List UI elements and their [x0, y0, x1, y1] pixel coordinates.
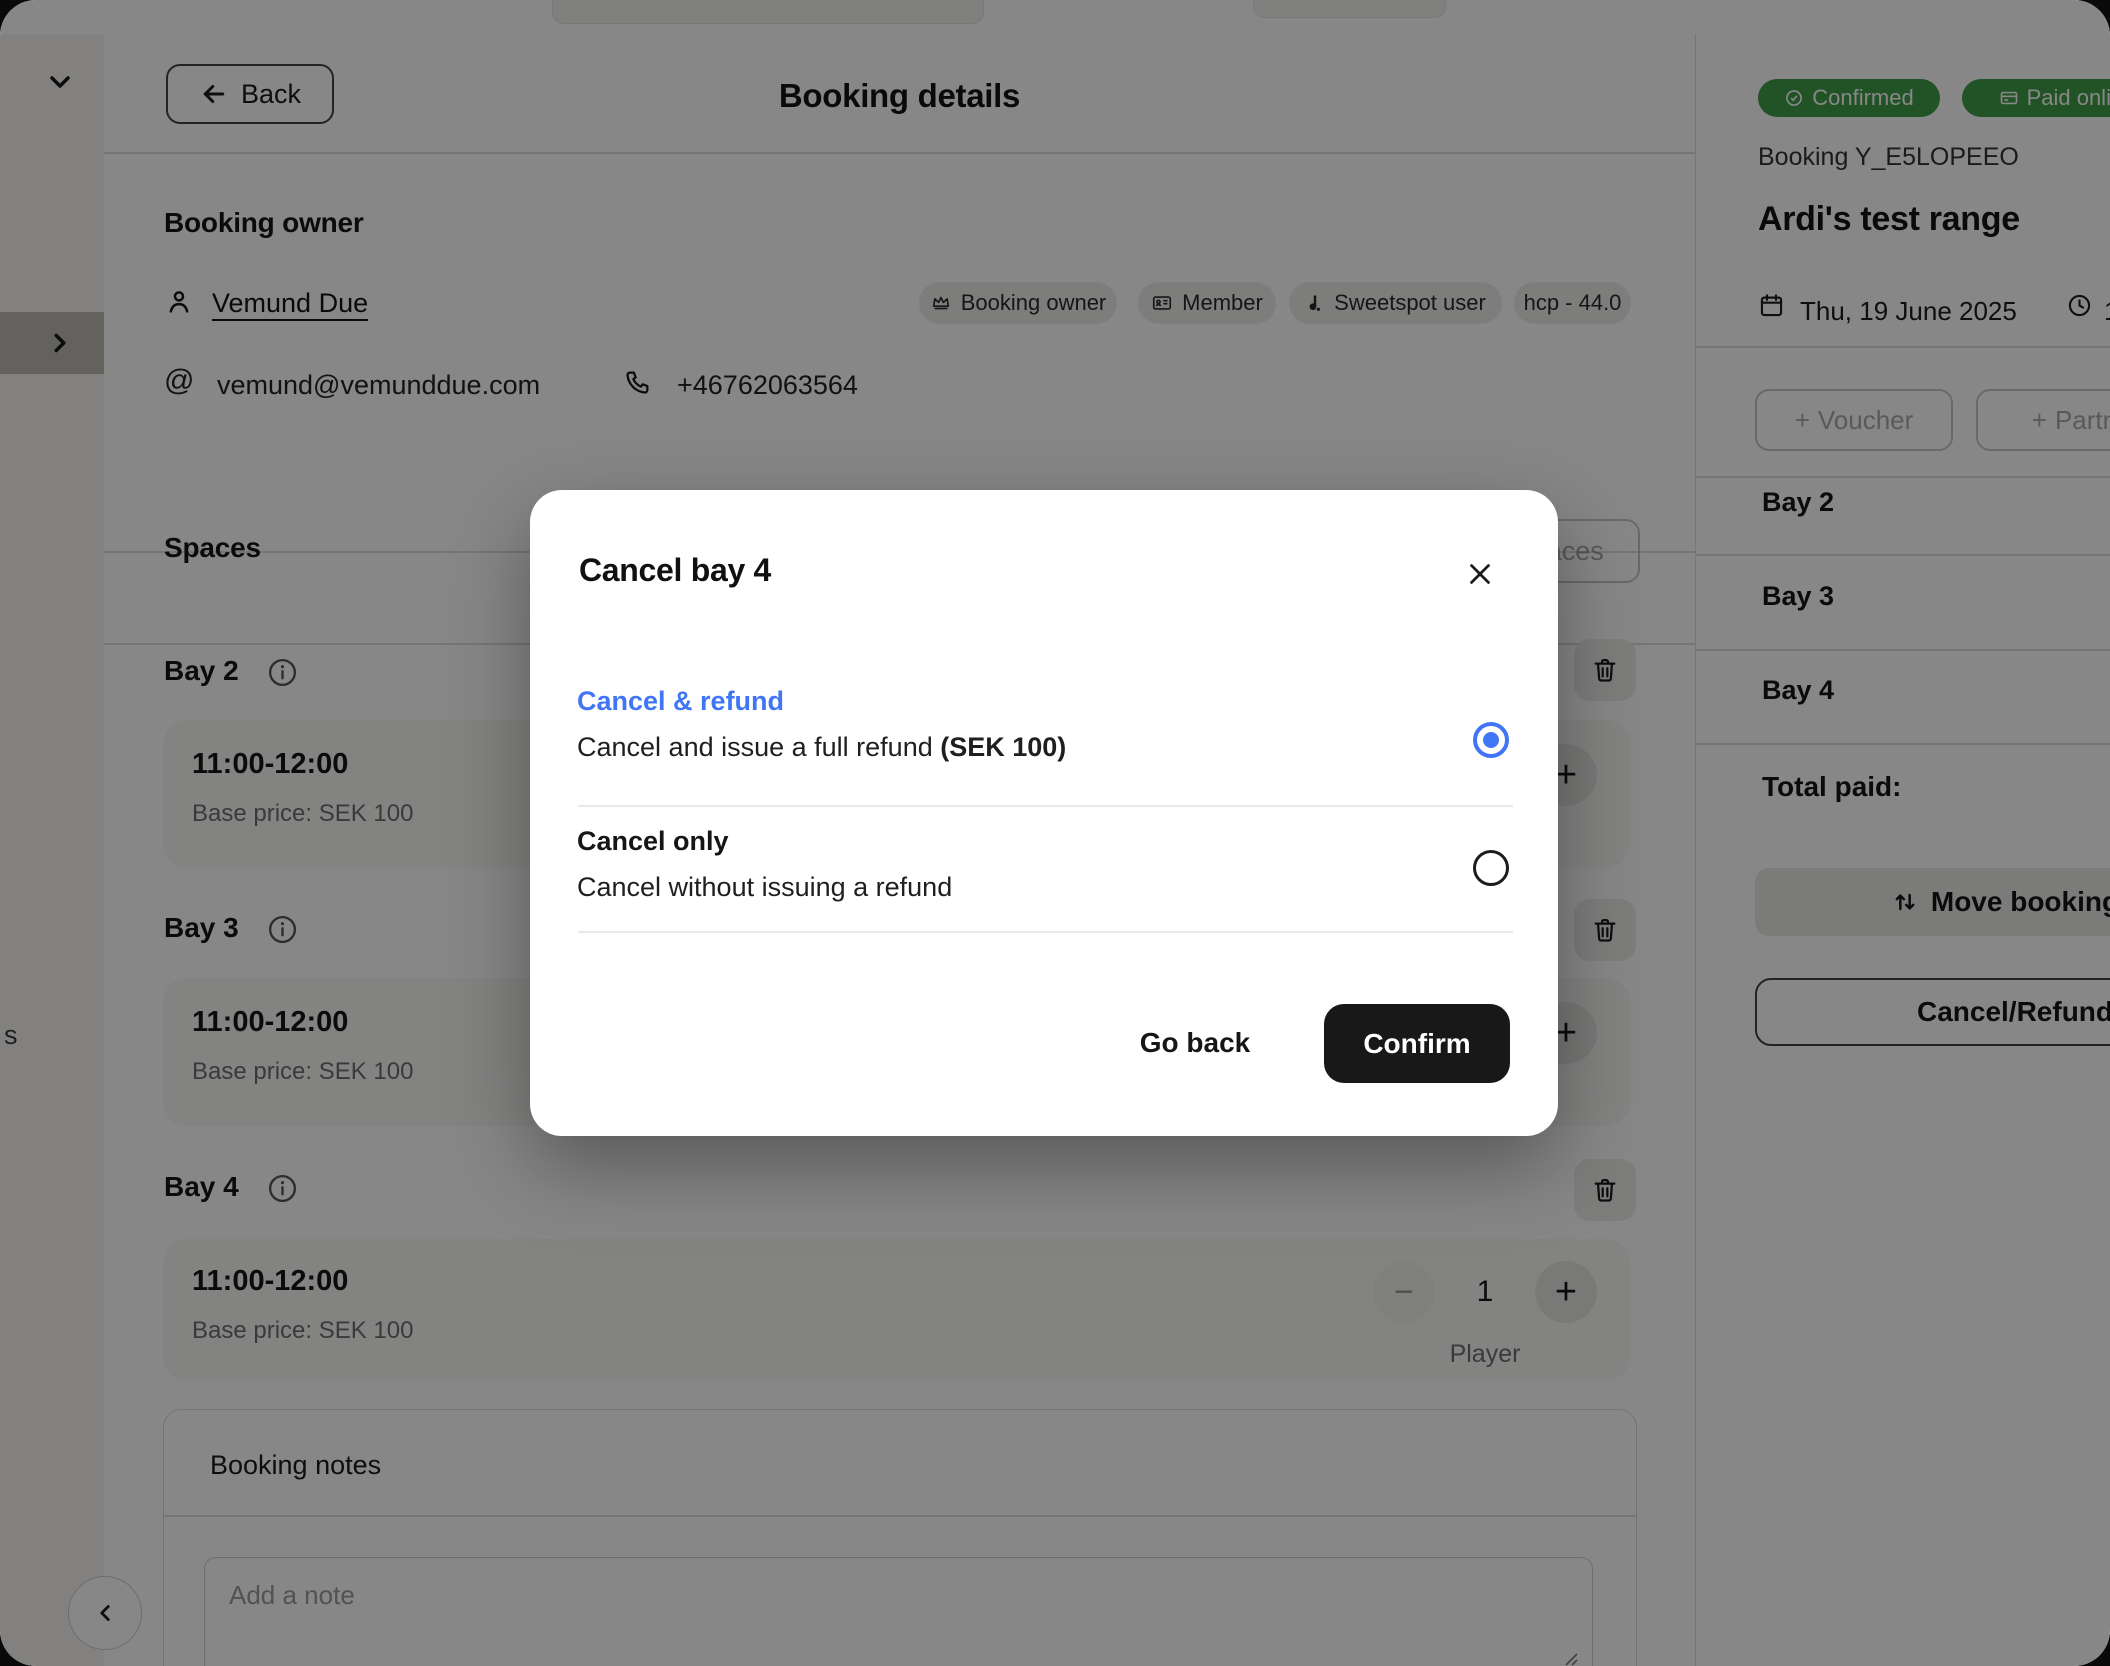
app-canvas: s Back Booking details Booking owner Vem… [0, 0, 2110, 1666]
close-button[interactable] [1460, 554, 1500, 594]
desc-text: Cancel and issue a full refund [577, 732, 940, 762]
radio-cancel-only[interactable] [1473, 850, 1509, 886]
radio-cancel-refund[interactable] [1473, 722, 1509, 758]
dialog-title: Cancel bay 4 [579, 552, 771, 589]
option-divider [578, 931, 1513, 933]
go-back-button[interactable]: Go back [1115, 1015, 1275, 1071]
option-cancel-refund-title[interactable]: Cancel & refund [577, 686, 784, 717]
option-cancel-only-title[interactable]: Cancel only [577, 826, 729, 857]
option-cancel-only-desc: Cancel without issuing a refund [577, 872, 952, 903]
cancel-bay-dialog: Cancel bay 4 Cancel & refund Cancel and … [530, 490, 1558, 1136]
desc-amount: (SEK 100) [940, 732, 1066, 762]
option-divider [578, 805, 1513, 807]
option-cancel-refund-desc: Cancel and issue a full refund (SEK 100) [577, 732, 1066, 763]
confirm-button[interactable]: Confirm [1324, 1004, 1510, 1083]
close-icon [1463, 557, 1497, 591]
